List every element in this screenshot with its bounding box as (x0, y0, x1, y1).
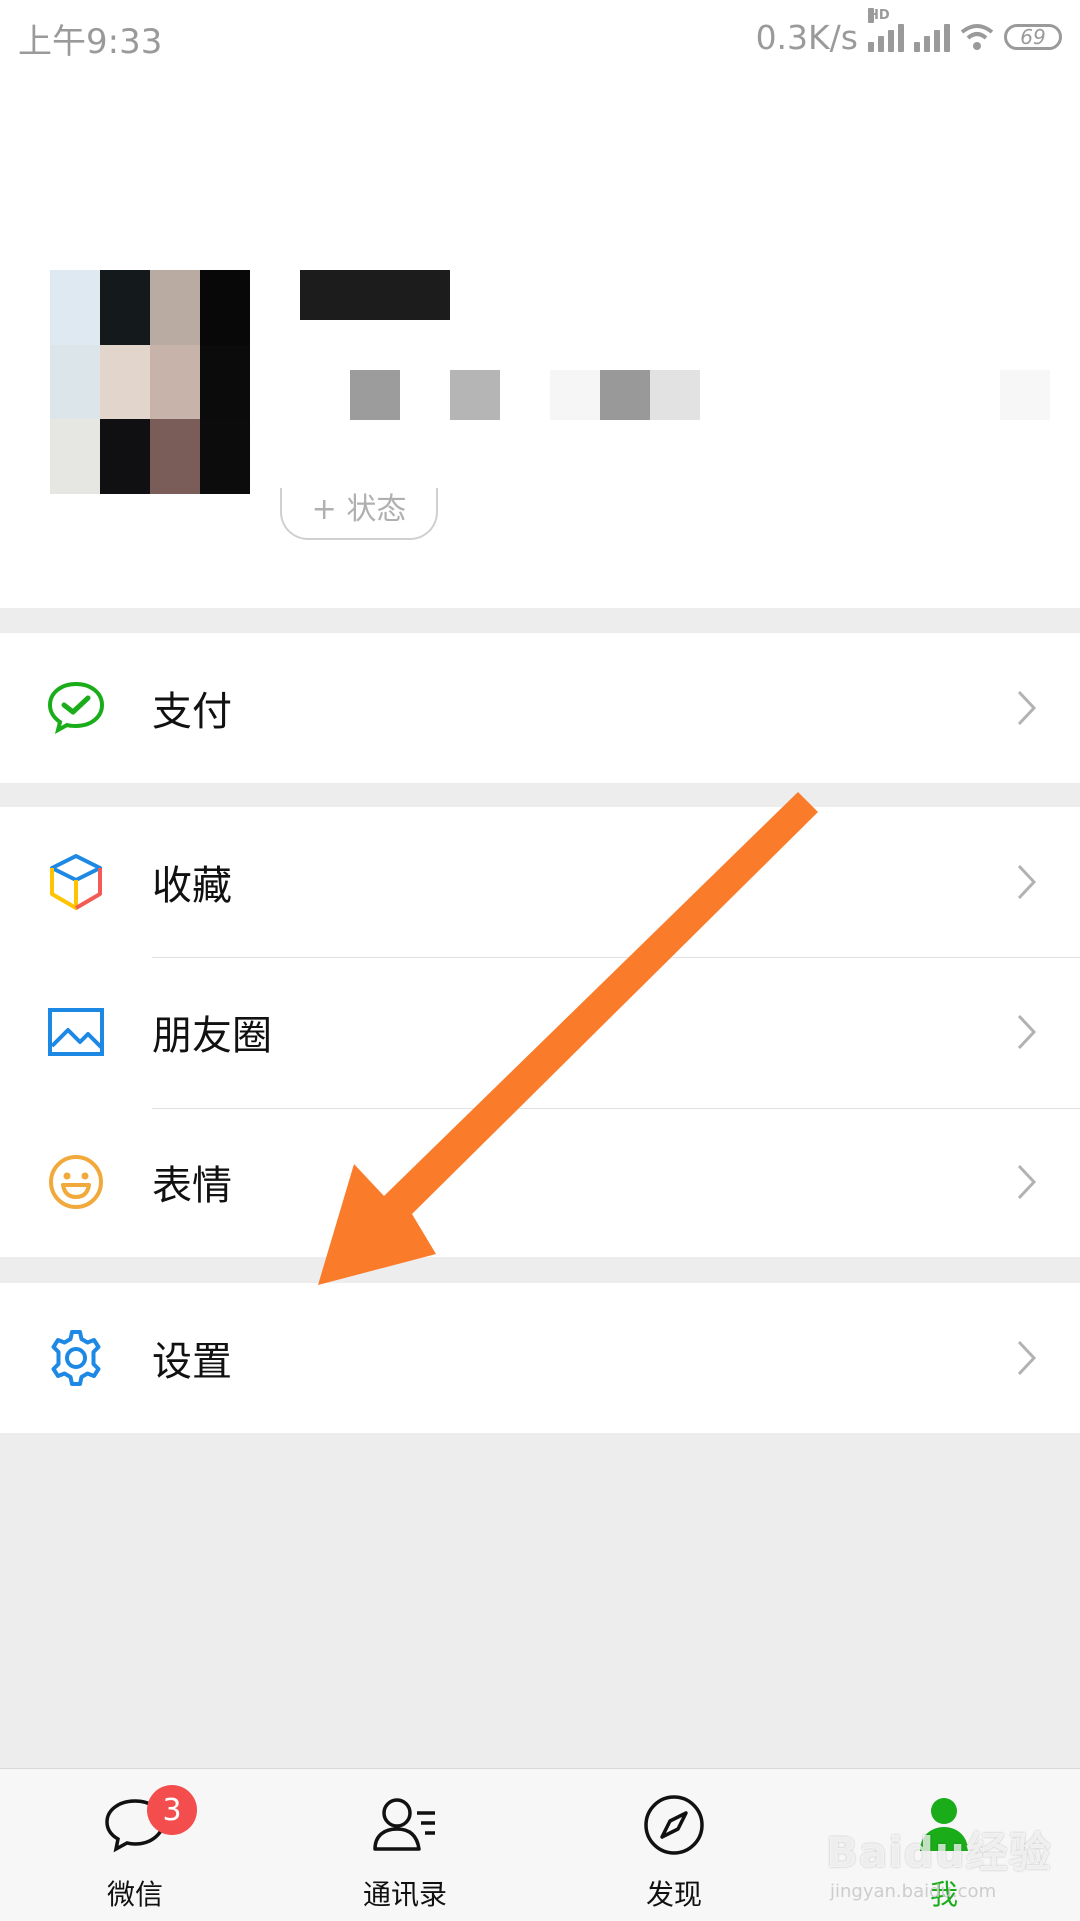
profile-header[interactable]: + 状态 (0, 74, 1080, 608)
redacted-id-block (450, 370, 500, 420)
network-speed: 0.3K/s (755, 17, 858, 57)
menu-item-moments[interactable]: 朋友圈 (0, 957, 1080, 1107)
bottom-tab-bar: 3 微信 通讯录 发现 我 Baidu经验 jingyan.baidu.com (0, 1768, 1080, 1921)
menu-item-pay[interactable]: 支付 (0, 633, 1080, 783)
redacted-id-block (550, 370, 600, 420)
status-button-label: + 状态 (311, 492, 407, 527)
menu-group-content: 收藏 朋友圈 表情 (0, 807, 1080, 1257)
hd-label: HD (868, 8, 890, 23)
menu-item-stickers[interactable]: 表情 (0, 1107, 1080, 1257)
favorites-cube-icon (50, 854, 102, 910)
compass-icon (644, 1795, 704, 1855)
status-time: 上午9:33 (18, 22, 163, 62)
unread-badge: 3 (147, 1785, 197, 1835)
status-icons: 0.3K/s HD 69 (755, 8, 1062, 62)
watermark-text: Baidu经验 (826, 1828, 1052, 1877)
contacts-icon (373, 1798, 435, 1851)
tab-label: 发现 (645, 1878, 702, 1911)
redacted-id-block (350, 370, 400, 420)
menu-item-label: 收藏 (152, 863, 232, 909)
redacted-nickname (300, 270, 450, 320)
watermark-url: jingyan.baidu.com (830, 1881, 997, 1902)
menu-group-pay: 支付 (0, 633, 1080, 783)
menu-item-label: 表情 (152, 1163, 232, 1209)
redacted-id-block (600, 370, 650, 420)
menu-item-favorites[interactable]: 收藏 (0, 807, 1080, 957)
chevron-right-icon (1017, 1340, 1037, 1376)
tab-label: 通讯录 (362, 1878, 447, 1911)
redacted-id-block (650, 370, 700, 420)
menu-item-label: 设置 (152, 1339, 232, 1385)
tab-contacts[interactable]: 通讯录 (325, 1769, 485, 1921)
menu-item-label: 朋友圈 (152, 1013, 272, 1059)
signal-2-icon (914, 22, 950, 52)
menu-group-settings: 设置 (0, 1283, 1080, 1433)
tab-discover[interactable]: 发现 (594, 1769, 754, 1921)
avatar[interactable] (50, 270, 250, 494)
status-button[interactable]: + 状态 (280, 488, 438, 540)
wifi-icon (960, 24, 994, 50)
tab-label: 微信 (106, 1878, 163, 1911)
moments-image-icon (48, 1008, 104, 1056)
chevron-right-icon (1017, 690, 1037, 726)
menu-item-settings[interactable]: 设置 (0, 1283, 1080, 1433)
tab-chats[interactable]: 3 微信 (55, 1769, 215, 1921)
smiley-icon (49, 1155, 103, 1209)
redacted-qr-block[interactable] (1000, 370, 1050, 420)
battery-icon: 69 (1004, 24, 1062, 50)
chevron-right-icon (1017, 1014, 1037, 1050)
chevron-right-icon (1017, 864, 1037, 900)
gear-icon (51, 1330, 101, 1386)
signal-1-icon: HD (868, 8, 904, 52)
chevron-right-icon (1017, 1164, 1037, 1200)
menu-item-label: 支付 (152, 689, 232, 735)
status-bar: 上午9:33 0.3K/s HD 69 (0, 0, 1080, 74)
wechat-pay-icon (47, 681, 105, 734)
